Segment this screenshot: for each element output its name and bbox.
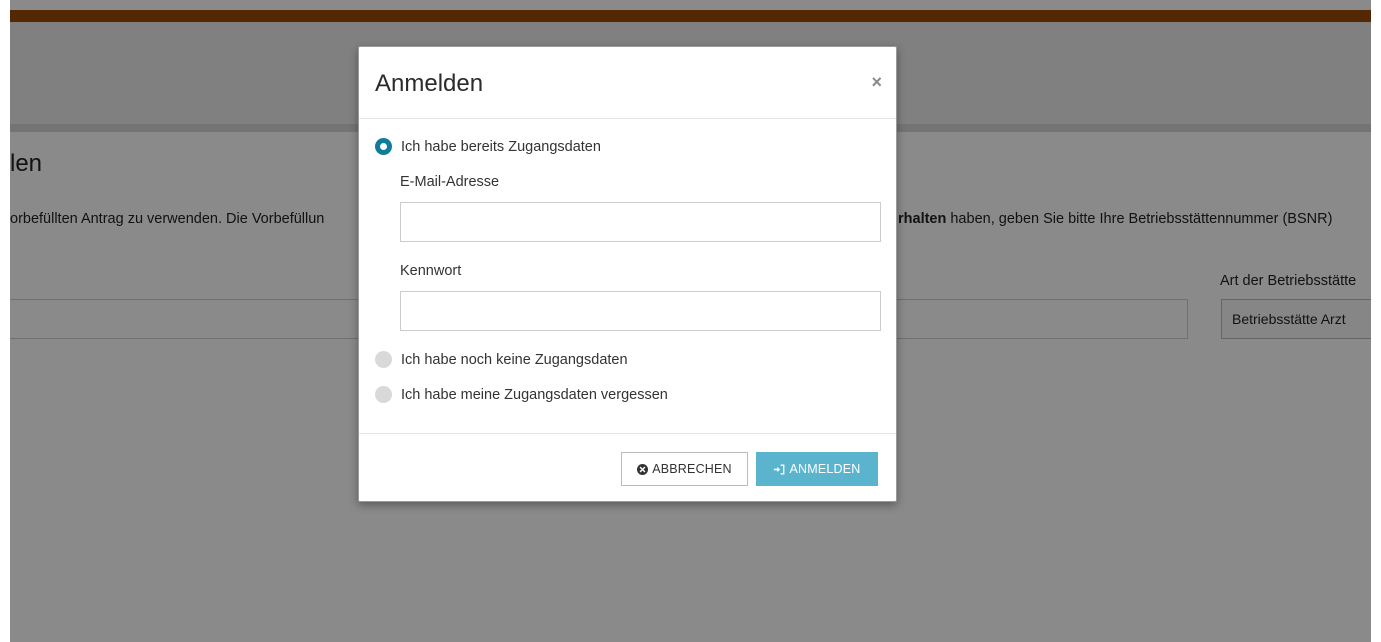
email-label: E-Mail-Adresse [400,174,500,190]
radio-unchecked-icon[interactable] [375,351,392,368]
radio-unchecked-icon[interactable] [375,386,392,403]
radio-checked-icon[interactable] [375,138,392,155]
modal-title: Anmelden [375,70,484,97]
cancel-button[interactable]: ABBRECHEN [621,452,748,486]
sign-in-icon [773,464,785,475]
email-field[interactable] [400,202,881,242]
login-modal: Anmelden × Ich habe bereits Zugangsdaten… [358,46,897,502]
option-has-credentials[interactable]: Ich habe bereits Zugangsdaten [375,138,601,155]
option-label: Ich habe meine Zugangsdaten vergessen [401,386,668,403]
close-icon[interactable]: × [871,73,882,91]
modal-header: Anmelden × [359,47,896,119]
login-label: ANMELDEN [789,462,861,476]
option-label: Ich habe noch keine Zugangsdaten [401,351,628,368]
login-button[interactable]: ANMELDEN [756,452,878,486]
option-forgot-credentials[interactable]: Ich habe meine Zugangsdaten vergessen [375,386,668,403]
option-no-credentials[interactable]: Ich habe noch keine Zugangsdaten [375,351,628,368]
password-label: Kennwort [400,263,462,279]
cancel-label: ABBRECHEN [652,462,732,476]
modal-footer: ABBRECHEN ANMELDEN [359,433,896,503]
option-label: Ich habe bereits Zugangsdaten [401,138,601,155]
password-field[interactable] [400,291,881,331]
times-circle-icon [637,463,649,475]
